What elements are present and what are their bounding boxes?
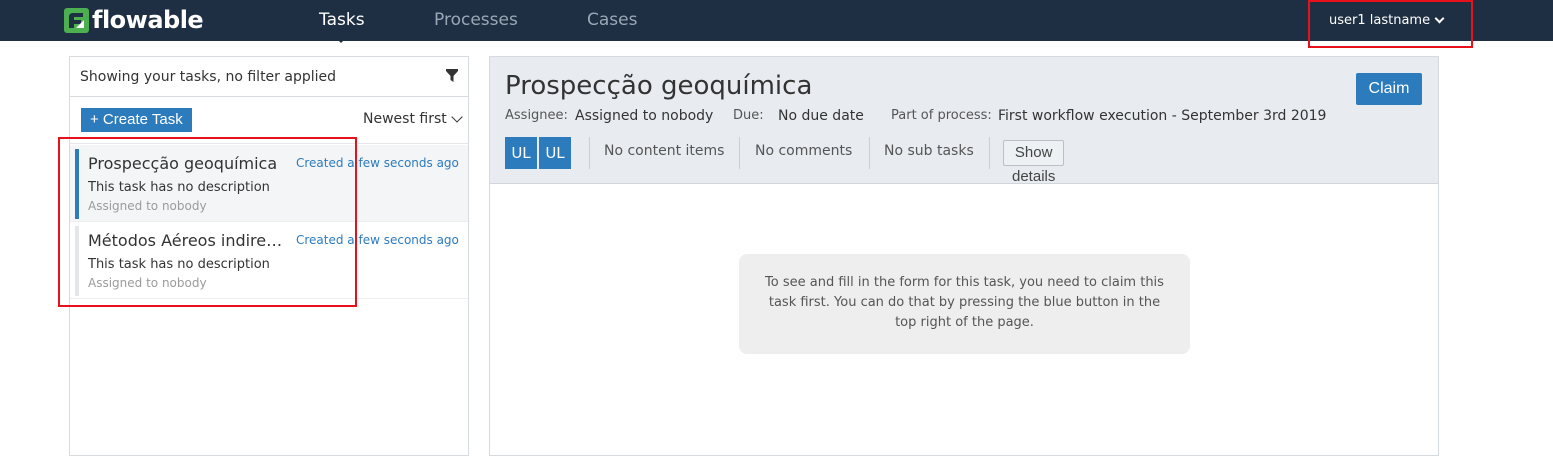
avatar[interactable]: UL [539,137,571,169]
task-list-highlight [58,137,357,307]
filter-icon[interactable] [446,69,458,83]
process-label: Part of process: [891,108,992,123]
divider [739,137,740,169]
sort-label: Newest first [363,111,447,127]
filter-summary: Showing your tasks, no filter applied [80,69,337,85]
task-title: Prospecção geoquímica [505,71,813,101]
task-header: Prospecção geoquímica Claim Assignee: As… [490,57,1438,185]
claim-notice: To see and fill in the form for this tas… [739,254,1190,354]
tab-tasks[interactable]: Tasks [319,10,365,30]
assignee-value[interactable]: Assigned to nobody [575,107,713,125]
flowable-logo-icon [64,7,89,33]
due-label: Due: [733,108,764,123]
tab-processes[interactable]: Processes [434,10,518,30]
filter-bar[interactable]: Showing your tasks, no filter applied [70,57,468,97]
chevron-down-icon [451,110,463,123]
task-detail-panel: Prospecção geoquímica Claim Assignee: As… [489,56,1439,456]
assignee-label: Assignee: [505,108,568,123]
flowable-logo[interactable]: flowable [64,6,204,34]
avatar[interactable]: UL [505,137,537,169]
due-value[interactable]: No due date [778,107,864,125]
process-link[interactable]: First workflow execution - September 3rd… [998,107,1326,125]
divider [589,137,590,169]
sort-dropdown[interactable]: Newest first [363,110,463,127]
content-items-link[interactable]: No content items [604,143,724,159]
active-tab-indicator [335,37,347,43]
divider [869,137,870,169]
tab-cases[interactable]: Cases [587,10,637,30]
show-details-button[interactable]: Show details [1003,140,1065,185]
comments-link[interactable]: No comments [755,143,852,159]
create-task-button[interactable]: + Create Task [81,108,192,132]
claim-button[interactable]: Claim [1356,73,1422,105]
divider [989,137,990,169]
sub-tasks-link[interactable]: No sub tasks [884,143,974,159]
brand-name: flowable [92,6,204,34]
user-menu-highlight [1308,0,1473,48]
